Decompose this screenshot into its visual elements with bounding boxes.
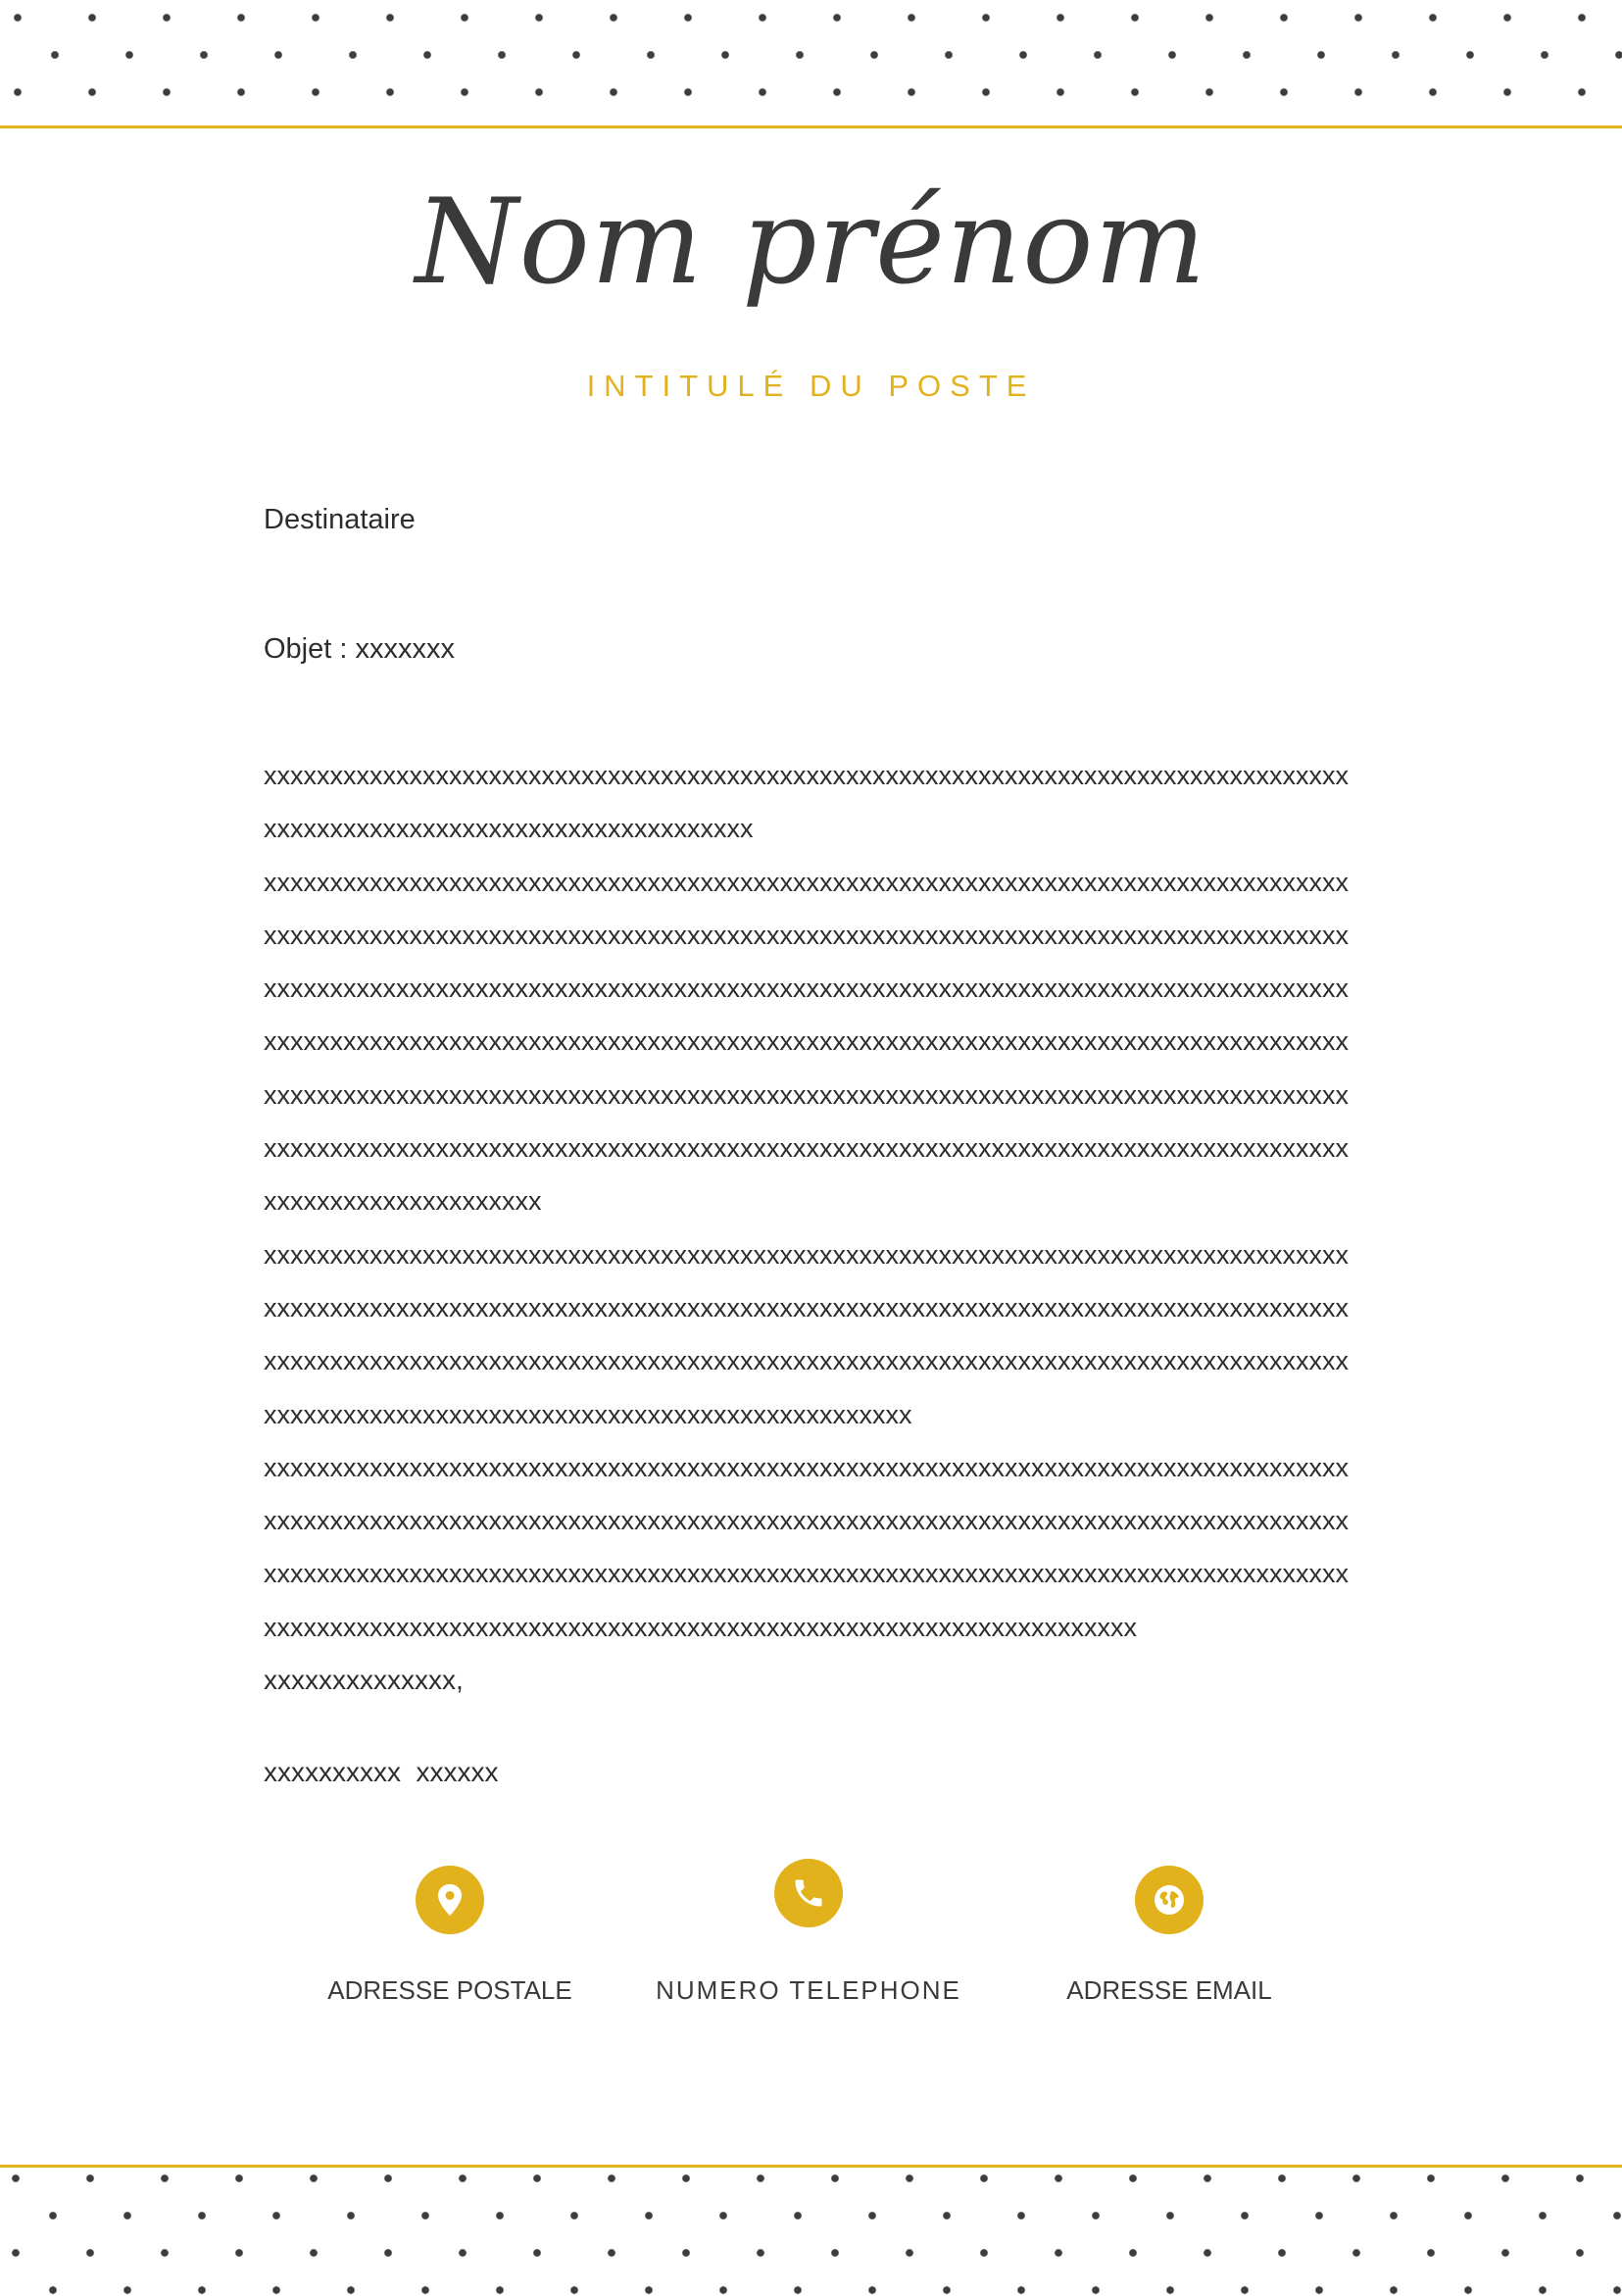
body-line: xxxxxxxxxxxxxxxxxxxxx (264, 1186, 542, 1217)
body-line: xxxxxxxxxxxxxxxxxxxxxxxxxxxxxxxxxxxxxxxx… (264, 1399, 912, 1429)
body-line: xxxxxxxxxxxxxxxxxxxxxxxxxxxxxxxxxxxxxxxx… (264, 1559, 1349, 1589)
recipient: Destinataire (264, 504, 416, 535)
bottom-dot-pattern (0, 2169, 1622, 2296)
candidate-name: Nom prénom (415, 175, 1207, 311)
contact-email: ADRESSE EMAIL (1003, 1866, 1336, 2006)
top-dot-pattern (0, 0, 1622, 127)
body-line: xxxxxxxxxxxxxxxxxxxxxxxxxxxxxxxxxxxxxxxx… (264, 867, 1349, 897)
body-line: xxxxxxxxxxxxxxxxxxxxxxxxxxxxxxxxxxxxxxxx… (264, 1239, 1349, 1270)
body-line: xxxxxxxxxxxxxxxxxxxxxxxxxxxxxxxxxxxxx (264, 814, 754, 844)
contact-address: ADRESSE POSTALE (283, 1866, 616, 2006)
body-line: xxxxxxxxxxxxxxxxxxxxxxxxxxxxxxxxxxxxxxxx… (264, 1026, 1349, 1057)
subject-line: Objet : xxxxxxx (264, 633, 455, 665)
body-line: xxxxxxxxxxxxxxxxxxxxxxxxxxxxxxxxxxxxxxxx… (264, 761, 1349, 790)
body-line: xxxxxxxxxxxxxxxxxxxxxxxxxxxxxxxxxxxxxxxx… (264, 973, 1349, 1004)
body-line: xxxxxxxxxxxxxxxxxxxxxxxxxxxxxxxxxxxxxxxx… (264, 1292, 1349, 1323)
globe-icon (1135, 1866, 1204, 1934)
phone-icon (774, 1859, 843, 1927)
body-line: xxxxxxxxxxxxxxxxxxxxxxxxxxxxxxxxxxxxxxxx… (264, 1612, 1137, 1642)
body-line: xxxxxxxxxxxxxxxxxxxxxxxxxxxxxxxxxxxxxxxx… (264, 1452, 1349, 1482)
contact-phone: NUMERO TELEPHONE (642, 1859, 975, 2006)
signature: xxxxxxxxxx xxxxxx (264, 1757, 499, 1787)
body-line: xxxxxxxxxxxxxxxxxxxxxxxxxxxxxxxxxxxxxxxx… (264, 1133, 1349, 1164)
map-pin-icon (416, 1866, 484, 1934)
closing-line: xxxxxxxxxxxxxx, (264, 1665, 464, 1695)
letter-body: xxxxxxxxxxxxxxxxxxxxxxxxxxxxxxxxxxxxxxxx… (264, 749, 1359, 1654)
phone-label: NUMERO TELEPHONE (656, 1975, 961, 2005)
body-line: xxxxxxxxxxxxxxxxxxxxxxxxxxxxxxxxxxxxxxxx… (264, 920, 1349, 950)
body-line: xxxxxxxxxxxxxxxxxxxxxxxxxxxxxxxxxxxxxxxx… (264, 1346, 1349, 1376)
top-gold-rule (0, 125, 1622, 128)
job-title: INTITULÉ DU POSTE (586, 369, 1036, 403)
address-label: ADRESSE POSTALE (327, 1975, 572, 2005)
body-line: xxxxxxxxxxxxxxxxxxxxxxxxxxxxxxxxxxxxxxxx… (264, 1079, 1349, 1110)
body-line: xxxxxxxxxxxxxxxxxxxxxxxxxxxxxxxxxxxxxxxx… (264, 1506, 1349, 1536)
email-label: ADRESSE EMAIL (1066, 1975, 1272, 2005)
bottom-gold-rule (0, 2165, 1622, 2168)
